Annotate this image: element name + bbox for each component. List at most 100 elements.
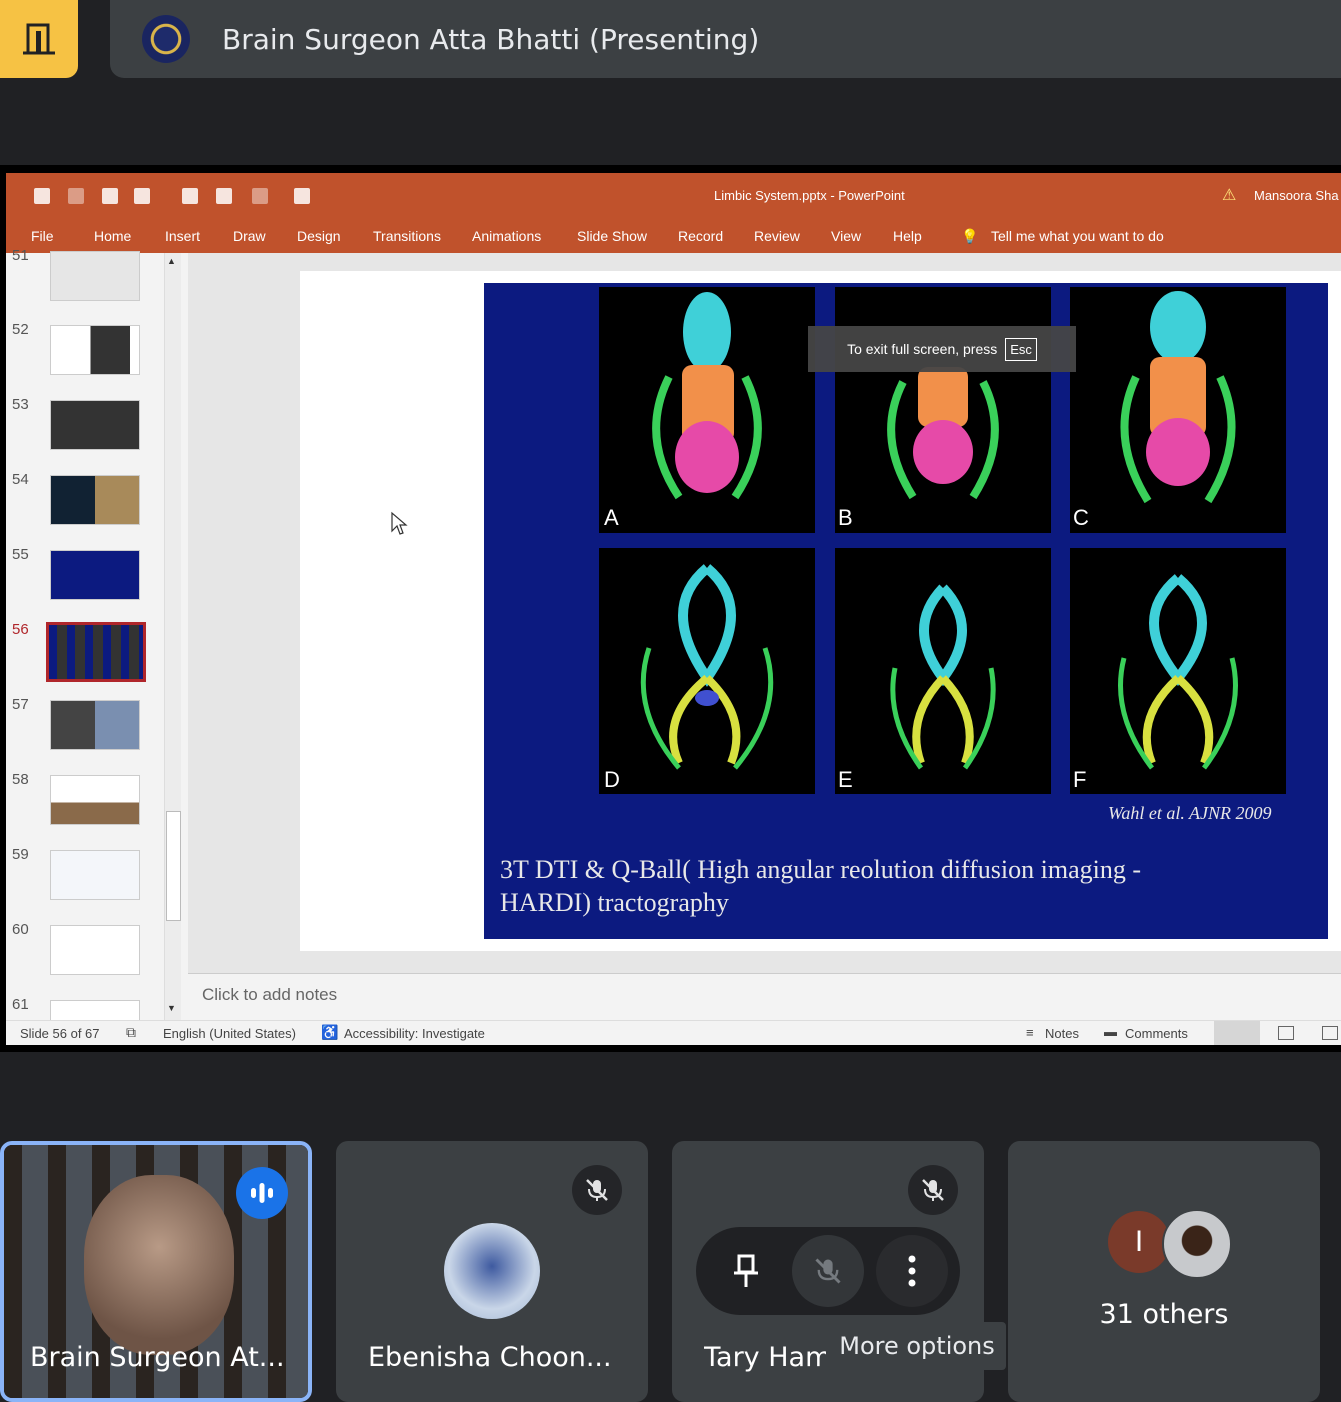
- door-icon: [23, 23, 55, 55]
- ribbon-tabs: File Home Insert Draw Design Transitions…: [6, 218, 1341, 253]
- tab-design[interactable]: Design: [297, 228, 341, 244]
- accessibility-status[interactable]: Accessibility: Investigate: [344, 1026, 485, 1041]
- slide-number: 59: [12, 846, 29, 863]
- language-status[interactable]: English (United States): [163, 1026, 296, 1041]
- pin-button[interactable]: [710, 1235, 782, 1307]
- reading-view-button[interactable]: [1322, 1026, 1338, 1040]
- tab-transitions[interactable]: Transitions: [373, 228, 441, 244]
- participant-tile-others[interactable]: I 31 others: [1008, 1141, 1320, 1402]
- slide-thumbnail-56[interactable]: [46, 622, 146, 682]
- slide-thumbnail-60[interactable]: [50, 925, 140, 975]
- participant-initial-avatar: I: [1108, 1211, 1170, 1273]
- tractography-image-d: [599, 548, 815, 794]
- panel-label: B: [838, 505, 853, 530]
- notes-icon: ≡: [1026, 1025, 1034, 1040]
- slide-thumbnail-53[interactable]: [50, 400, 140, 450]
- tab-insert[interactable]: Insert: [165, 228, 200, 244]
- slide-sorter-button[interactable]: [1278, 1026, 1294, 1040]
- participant-name: Ebenisha Choon...: [368, 1342, 612, 1373]
- thumbnail-scrollbar[interactable]: ▲ ▼: [164, 253, 181, 1020]
- mute-participant-button[interactable]: [792, 1235, 864, 1307]
- slide-number: 61: [12, 996, 29, 1013]
- warning-icon: ⚠: [1222, 187, 1237, 204]
- tab-slide-show[interactable]: Slide Show: [577, 228, 647, 244]
- tab-view[interactable]: View: [831, 228, 861, 244]
- tractography-image-e: [835, 548, 1051, 794]
- slide-thumbnail-55[interactable]: [50, 550, 140, 600]
- tab-home[interactable]: Home: [94, 228, 131, 244]
- slide-caption-line-2: HARDI) tractography: [500, 888, 729, 917]
- leave-call-button[interactable]: [0, 0, 78, 78]
- slide-number: 55: [12, 546, 29, 563]
- slide-thumbnail-61[interactable]: [50, 1000, 140, 1022]
- more-options-button[interactable]: [876, 1235, 948, 1307]
- slide-number: 54: [12, 471, 29, 488]
- tab-file[interactable]: File: [31, 228, 54, 244]
- panel-label: A: [604, 505, 619, 530]
- fullscreen-exit-tip: To exit full screen, press Esc: [808, 326, 1076, 372]
- more-vert-icon: [908, 1255, 916, 1287]
- panel-label: D: [604, 767, 620, 792]
- panel-label: E: [838, 767, 853, 792]
- presenter-title: Brain Surgeon Atta Bhatti (Presenting): [222, 22, 760, 56]
- powerpoint-window: Limbic System.pptx - PowerPoint ⚠ Mansoo…: [6, 173, 1341, 1045]
- tab-draw[interactable]: Draw: [233, 228, 266, 244]
- hover-controls: [696, 1227, 960, 1315]
- slide-thumbnails-pane: 51 52 53 54 55 56 57 58 59 60 61 ▲ ▼: [6, 247, 186, 1022]
- speaking-indicator-icon: [236, 1167, 288, 1219]
- others-count: 31 others: [1099, 1299, 1229, 1330]
- presenter-bar: Brain Surgeon Atta Bhatti (Presenting): [110, 0, 1341, 78]
- slide-thumbnail-52[interactable]: [50, 325, 140, 375]
- slide-thumbnail-57[interactable]: [50, 700, 140, 750]
- shared-screen: Limbic System.pptx - PowerPoint ⚠ Mansoo…: [0, 165, 1341, 1052]
- user-name[interactable]: Mansoora Sha: [1254, 188, 1339, 203]
- scroll-down-icon[interactable]: ▼: [167, 1003, 176, 1013]
- save-icon[interactable]: [34, 188, 50, 204]
- status-bar: Slide 56 of 67 ⧉ English (United States)…: [6, 1020, 1341, 1045]
- comments-icon: ▬: [1104, 1024, 1117, 1039]
- esc-key-badge: Esc: [1005, 337, 1037, 361]
- scrollbar-thumb[interactable]: [166, 811, 181, 921]
- notes-pane[interactable]: Click to add notes: [188, 973, 1341, 1021]
- title-bar: Limbic System.pptx - PowerPoint ⚠ Mansoo…: [6, 173, 1341, 218]
- slide-thumbnail-58[interactable]: [50, 775, 140, 825]
- autosave-icon[interactable]: [68, 188, 84, 204]
- insert-picture-icon[interactable]: [182, 188, 198, 204]
- tab-animations[interactable]: Animations: [472, 228, 541, 244]
- present-icon[interactable]: [102, 188, 118, 204]
- tractography-image-f: [1070, 548, 1286, 794]
- lightbulb-icon: 💡: [961, 228, 979, 244]
- tell-me-search[interactable]: Tell me what you want to do: [991, 228, 1164, 244]
- slide-counter: Slide 56 of 67: [20, 1026, 100, 1041]
- slide-number: 52: [12, 321, 29, 338]
- layout-icon[interactable]: [134, 188, 150, 204]
- mic-off-icon: [572, 1165, 622, 1215]
- participant-name: Brain Surgeon At...: [30, 1342, 285, 1373]
- presenter-face: [84, 1175, 234, 1355]
- participant-name: Tary Ham: [704, 1342, 826, 1373]
- tab-help[interactable]: Help: [893, 228, 922, 244]
- comments-button[interactable]: Comments: [1125, 1026, 1188, 1041]
- slide-citation: Wahl et al. AJNR 2009: [1108, 803, 1272, 823]
- notes-button[interactable]: Notes: [1045, 1026, 1079, 1041]
- more-options-tooltip: More options: [828, 1322, 1006, 1370]
- slide-thumbnail-51[interactable]: [50, 251, 140, 301]
- draw-icon[interactable]: [216, 188, 232, 204]
- panel-label: F: [1073, 767, 1087, 792]
- undo-icon[interactable]: [252, 188, 268, 204]
- scroll-up-icon[interactable]: ▲: [167, 256, 176, 266]
- spelling-icon[interactable]: ⧉: [126, 1024, 136, 1041]
- tab-record[interactable]: Record: [678, 228, 723, 244]
- tab-review[interactable]: Review: [754, 228, 800, 244]
- slide-number: 53: [12, 396, 29, 413]
- slide-thumbnail-59[interactable]: [50, 850, 140, 900]
- normal-view-button[interactable]: [1214, 1021, 1260, 1045]
- pin-icon: [734, 1254, 758, 1287]
- slide-thumbnail-54[interactable]: [50, 475, 140, 525]
- slide-content: A B C D E F Wahl et al. AJNR 2009 3T DTI…: [484, 283, 1328, 939]
- slide-number: 57: [12, 696, 29, 713]
- touch-mode-icon[interactable]: [294, 188, 310, 204]
- participant-avatar: [444, 1223, 540, 1319]
- slide-number-selected: 56: [12, 621, 29, 638]
- panel-label: C: [1073, 505, 1089, 530]
